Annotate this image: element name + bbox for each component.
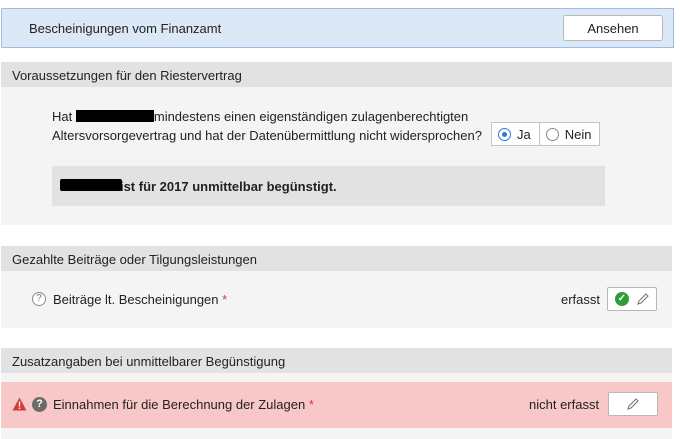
certificates-banner: Bescheinigungen vom Finanzamt Ansehen	[1, 8, 674, 48]
section-contributions: Gezahlte Beiträge oder Tilgungsleistunge…	[1, 246, 672, 328]
edit-contributions-button[interactable]: ✓	[607, 287, 657, 311]
banner-title: Bescheinigungen vom Finanzamt	[29, 21, 222, 36]
edit-income-button[interactable]	[608, 392, 658, 416]
required-asterisk: *	[308, 397, 314, 412]
eligibility-info-box: Christine ist für 2017 unmittelbar begün…	[52, 166, 605, 206]
redacted-name	[75, 110, 154, 122]
pencil-icon	[627, 398, 639, 410]
help-icon[interactable]: ?	[32, 397, 47, 412]
status-not-recorded: nicht erfasst	[529, 397, 600, 412]
question-prefix: Hat	[52, 109, 73, 124]
status-recorded: erfasst	[561, 292, 601, 307]
radio-label-no: Nein	[564, 126, 592, 142]
contributions-row: ? Beiträge lt. Bescheinigungen * erfasst…	[1, 271, 672, 328]
income-row: ? Einnahmen für die Berechnung der Zulag…	[1, 382, 672, 428]
section-header: Zusatzangaben bei unmittelbarer Begünsti…	[1, 348, 672, 373]
question-line2: Altersvorsorgevertrag und hat der Datenü…	[52, 128, 482, 143]
view-button[interactable]: Ansehen	[563, 15, 663, 41]
pencil-icon	[637, 293, 649, 305]
contributions-label: Beiträge lt. Bescheinigungen *	[53, 292, 228, 307]
yes-no-radio-group: Ja Nein	[491, 122, 601, 146]
help-icon[interactable]: ?	[32, 292, 46, 306]
redacted-name	[60, 179, 122, 191]
section-header: Voraussetzungen für den Riestervertrag	[1, 62, 672, 87]
required-asterisk: *	[222, 292, 228, 307]
section-riester-requirements: Voraussetzungen für den Riestervertrag H…	[1, 62, 672, 225]
radio-selected-icon[interactable]	[498, 127, 511, 141]
radio-unselected-icon[interactable]	[545, 127, 559, 141]
radio-label-yes: Ja	[517, 126, 531, 142]
warning-icon	[12, 397, 27, 411]
check-icon: ✓	[615, 292, 629, 306]
radio-option-yes[interactable]: Ja	[492, 123, 539, 145]
question-line1: mindestens einen eigenständigen zulagenb…	[153, 109, 469, 124]
radio-option-no[interactable]: Nein	[538, 123, 600, 145]
section-header: Gezahlte Beiträge oder Tilgungsleistunge…	[1, 246, 672, 271]
income-label: Einnahmen für die Berechnung der Zulagen…	[53, 397, 314, 412]
eligibility-question: Hat mindestens einen eigenständigen zula…	[52, 107, 482, 145]
